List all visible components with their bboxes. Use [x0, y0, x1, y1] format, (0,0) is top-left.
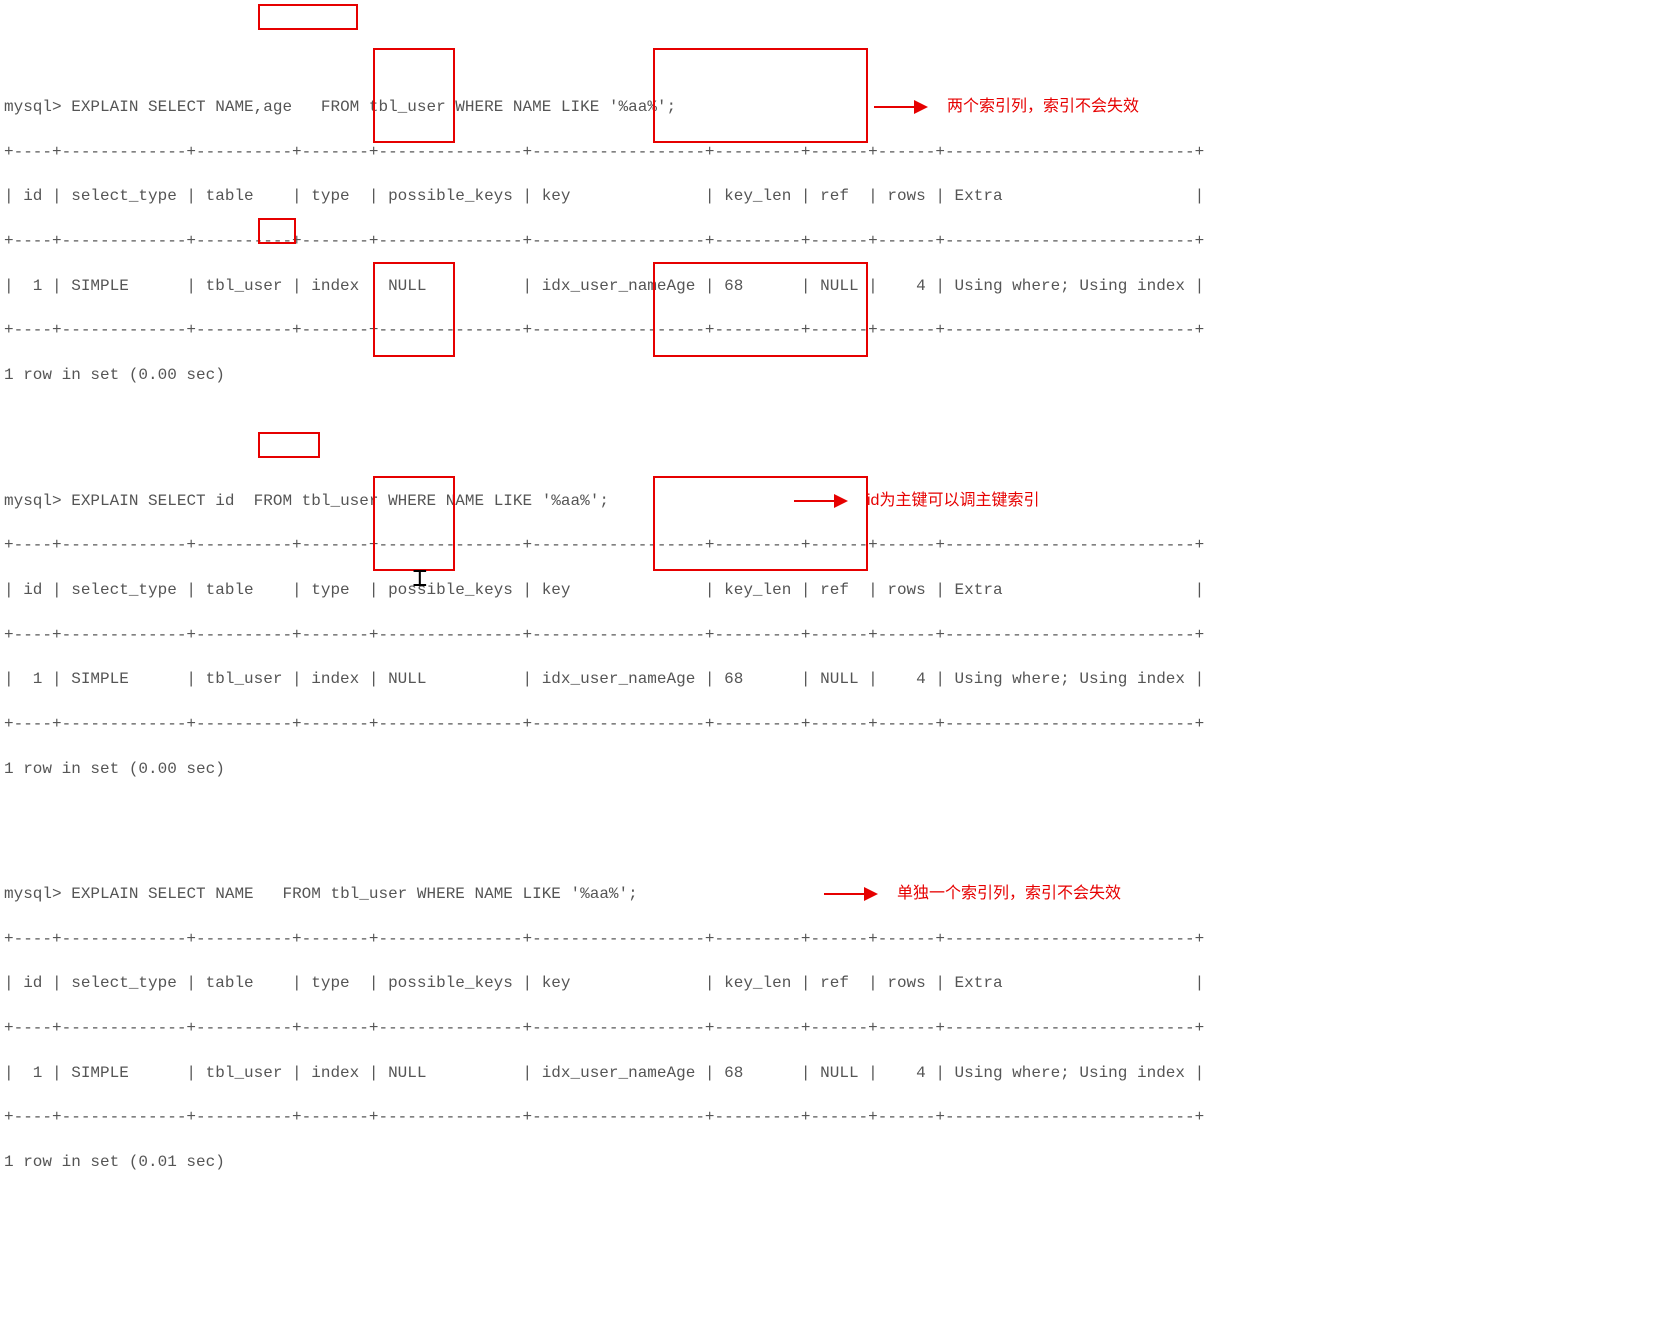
sql-line: mysql> EXPLAIN SELECT NAME FROM tbl_user… — [4, 881, 1665, 908]
select-columns: NAME,age — [215, 98, 292, 116]
sql-line: mysql> EXPLAIN SELECT NAME,age FROM tbl_… — [4, 94, 1665, 121]
table-border: +----+-------------+----------+-------+-… — [4, 228, 1665, 255]
select-columns: id — [215, 492, 234, 510]
annotation: 两个索引列，索引不会失效 — [874, 94, 1139, 121]
result-footer: 1 row in set (0.00 sec) — [4, 362, 1665, 389]
table-border: +----+-------------+----------+-------+-… — [4, 1015, 1665, 1042]
sql-line: mysql> EXPLAIN SELECT id FROM tbl_user W… — [4, 488, 1665, 515]
select-columns: NAME — [215, 885, 253, 903]
table-row: | 1 | SIMPLE | tbl_user | index | NULL |… — [4, 273, 1665, 300]
annotation: id为主键可以调主键索引 — [794, 488, 1039, 515]
table-border: +----+-------------+----------+-------+-… — [4, 139, 1665, 166]
annotation: 单独一个索引列，索引不会失效 — [824, 881, 1121, 908]
arrow-icon — [794, 496, 849, 506]
table-header: | id | select_type | table | type | poss… — [4, 577, 1665, 604]
table-border: +----+-------------+----------+-------+-… — [4, 622, 1665, 649]
blank-line — [4, 800, 1665, 827]
table-border: +----+-------------+----------+-------+-… — [4, 1104, 1665, 1131]
table-header: | id | select_type | table | type | poss… — [4, 970, 1665, 997]
table-border: +----+-------------+----------+-------+-… — [4, 317, 1665, 344]
table-row: | 1 | SIMPLE | tbl_user | index | NULL |… — [4, 666, 1665, 693]
table-border: +----+-------------+----------+-------+-… — [4, 711, 1665, 738]
result-footer: 1 row in set (0.01 sec) — [4, 1149, 1665, 1176]
result-footer: 1 row in set (0.00 sec) — [4, 756, 1665, 783]
blank-line — [4, 407, 1665, 434]
table-border: +----+-------------+----------+-------+-… — [4, 926, 1665, 953]
arrow-icon — [824, 889, 879, 899]
highlight-cols-1 — [258, 4, 358, 30]
arrow-icon — [874, 102, 929, 112]
text-cursor-icon: Ꮖ — [413, 566, 427, 592]
table-border: +----+-------------+----------+-------+-… — [4, 532, 1665, 559]
table-header: | id | select_type | table | type | poss… — [4, 183, 1665, 210]
table-row: | 1 | SIMPLE | tbl_user | index | NULL |… — [4, 1060, 1665, 1087]
highlight-cols-3 — [258, 432, 320, 458]
